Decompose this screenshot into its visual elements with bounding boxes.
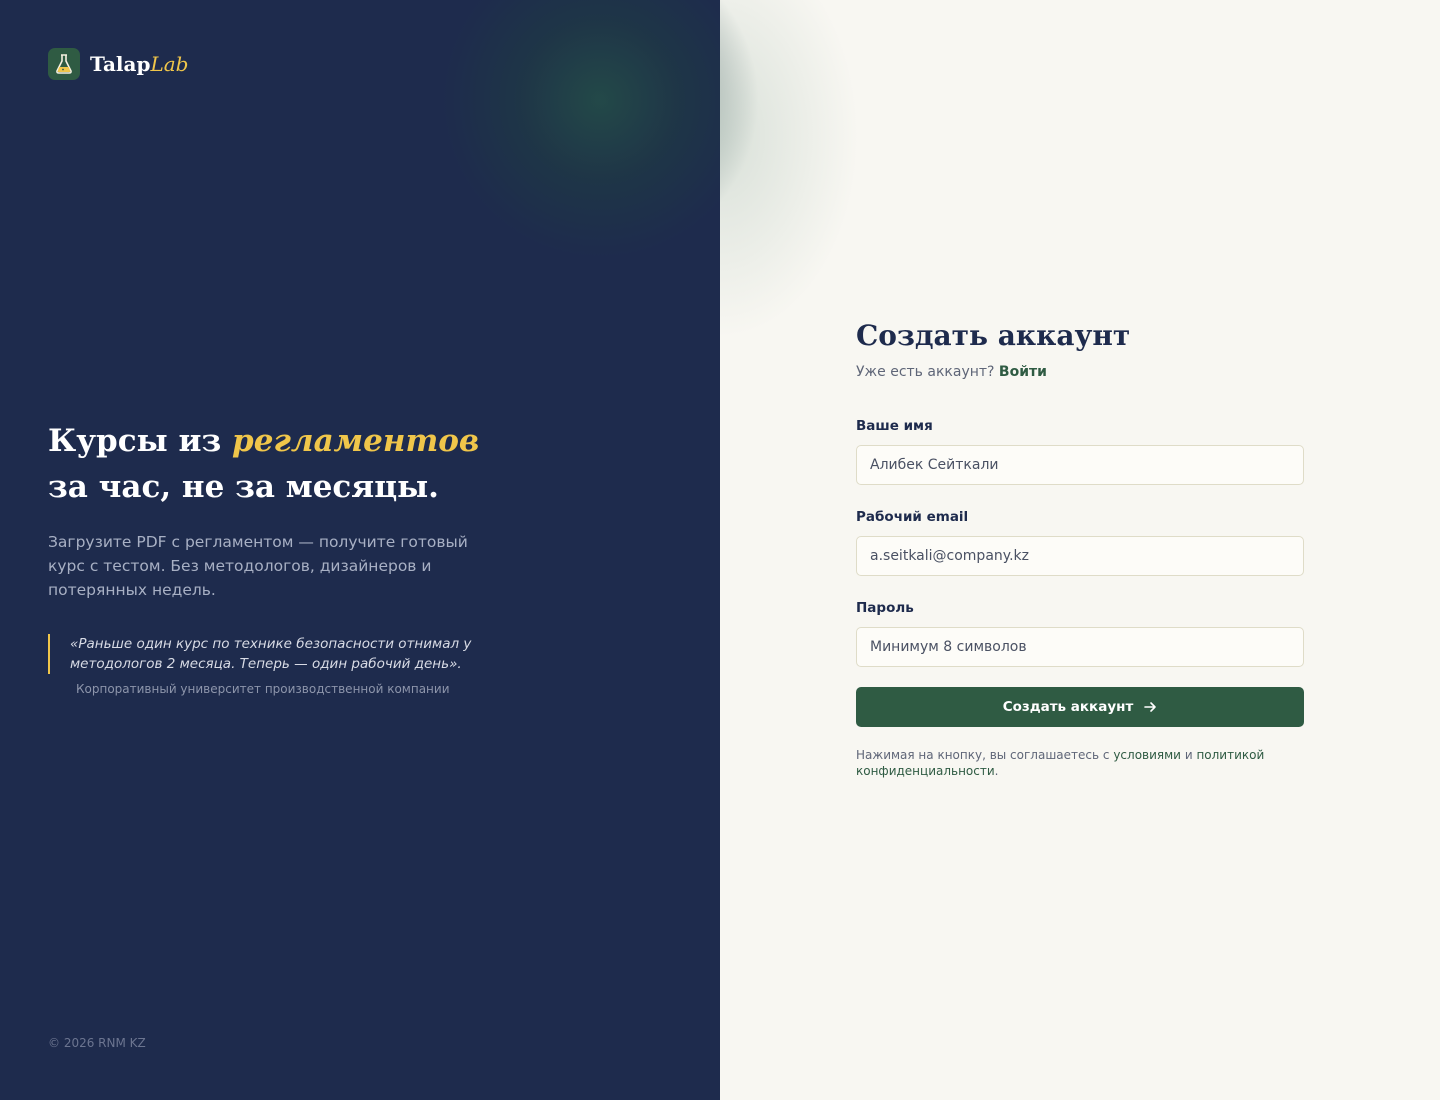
password-input[interactable] <box>856 627 1304 667</box>
form-title: Создать аккаунт <box>856 319 1131 352</box>
brand-name: TalapLab <box>90 52 189 76</box>
copyright: © 2026 RNM KZ <box>48 1036 146 1050</box>
testimonial: «Раньше один курс по технике безопасност… <box>48 634 488 696</box>
decorative-glow <box>440 0 760 260</box>
flask-icon <box>48 48 80 80</box>
promo-panel: TalapLab Курсы из регламентов за час, не… <box>0 0 760 1100</box>
hero-title-accent: регламентов <box>232 423 480 459</box>
signup-form: Создать аккаунт Уже есть аккаунт? Войти … <box>856 318 1304 779</box>
login-prompt: Уже есть аккаунт? Войти <box>856 364 1047 380</box>
hero-subtitle: Загрузите PDF с регламентом — получите г… <box>48 533 468 599</box>
login-link[interactable]: Войти <box>999 364 1047 380</box>
hero-title: Курсы из регламентов за час, не за месяц… <box>48 423 480 505</box>
name-label: Ваше имя <box>856 418 933 434</box>
create-account-button[interactable]: Создать аккаунт <box>856 687 1304 727</box>
decorative-glow-right <box>720 0 860 340</box>
arrow-right-icon <box>1143 700 1157 714</box>
create-account-button-label: Создать аккаунт <box>1002 699 1134 715</box>
name-input[interactable] <box>856 445 1304 485</box>
terms-link[interactable]: условиями <box>1113 748 1181 762</box>
password-label: Пароль <box>856 600 914 616</box>
testimonial-text: «Раньше один курс по технике безопасност… <box>48 634 488 674</box>
email-field-group: Рабочий email <box>856 509 1304 576</box>
testimonial-author: Корпоративный университет производственн… <box>76 682 450 696</box>
terms-notice: Нажимая на кнопку, вы соглашаетесь с усл… <box>856 748 1265 778</box>
password-field-group: Пароль <box>856 600 1304 667</box>
email-input[interactable] <box>856 536 1304 576</box>
name-field-group: Ваше имя <box>856 418 1304 485</box>
logo[interactable]: TalapLab <box>48 48 188 80</box>
hero: Курсы из регламентов за час, не за месяц… <box>48 418 518 602</box>
email-label: Рабочий email <box>856 509 969 525</box>
